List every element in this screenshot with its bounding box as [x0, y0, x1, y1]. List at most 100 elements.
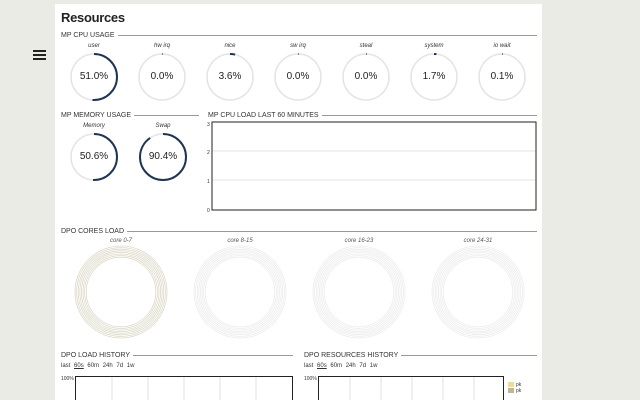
- timeframe-60s[interactable]: 60s: [74, 363, 84, 369]
- gauge-sw-irq: sw irq 0.0%: [273, 43, 323, 102]
- resources-panel: Resources MP CPU USAGE user 51.0% hw irq 0.…: [55, 4, 542, 400]
- core-ring: [434, 248, 522, 336]
- core-ring: [84, 255, 158, 329]
- gauge-label: sw irq: [290, 43, 306, 49]
- gauge-ring: 0.1%: [477, 52, 527, 102]
- timeframe-24h[interactable]: 24h: [103, 363, 113, 369]
- cpu-load-y-tick: 3: [207, 122, 210, 128]
- legend-label: pk: [516, 388, 522, 394]
- timeframe-60m[interactable]: 60m: [330, 363, 342, 369]
- gauge-value: 90.4%: [148, 151, 178, 162]
- section-resources-history-label: DPo RESOURCES HISTORY: [304, 352, 399, 359]
- core-ring: [77, 248, 165, 336]
- timeframe-7d[interactable]: 7d: [116, 363, 123, 369]
- gauge-ring: 0.0%: [137, 52, 187, 102]
- core-ring: [193, 245, 287, 339]
- core-ring: [317, 250, 401, 334]
- gauge-label: nice: [224, 43, 236, 49]
- legend-item[interactable]: pk: [508, 388, 521, 394]
- gauge-ring: 1.7%: [409, 52, 459, 102]
- timeframe-1w[interactable]: 1w: [370, 363, 378, 369]
- gauge-label: Memory: [83, 123, 105, 129]
- gauge-ring: 50.6%: [69, 132, 119, 182]
- load-history-y-top: 100%: [61, 376, 74, 382]
- gauge-value: 0.1%: [490, 71, 514, 82]
- cpu-load-y-tick: 1: [207, 179, 210, 185]
- gauge-system: system 1.7%: [409, 43, 459, 102]
- timeframe-1w[interactable]: 1w: [127, 363, 135, 369]
- cpu-load-y-tick: 0: [207, 208, 210, 214]
- core-ring: [85, 256, 157, 328]
- resources-history-chart: [318, 376, 504, 400]
- section-cores-load: DPo CORES LOAD: [61, 228, 537, 235]
- gauge-io-wait: io wait 0.1%: [477, 43, 527, 102]
- resources-history-grid: [349, 377, 475, 400]
- load-history-timeframes: last 60s 60m 24h 7d 1w: [61, 363, 136, 369]
- legend-swatch: [508, 388, 514, 394]
- core-ring: [436, 250, 520, 334]
- timeframe-60s[interactable]: 60s: [317, 363, 327, 369]
- gauge-steal: steal 0.0%: [341, 43, 391, 102]
- gauge-value: 0.0%: [354, 71, 378, 82]
- gauge-label: steal: [359, 43, 373, 49]
- gauge-hw-irq: hw irq 0.0%: [137, 43, 187, 102]
- section-resources-history: DPo RESOURCES HISTORY: [304, 352, 537, 359]
- gauge-label: Swap: [155, 123, 171, 129]
- resources-history-timeframes: last 60s 60m 24h 7d 1w: [304, 363, 379, 369]
- core-rings: [74, 245, 168, 339]
- timeframe-60m[interactable]: 60m: [87, 363, 99, 369]
- section-cpu-usage-label: MP CPU USAGE: [61, 32, 115, 39]
- core-ring: [203, 255, 277, 329]
- timeframe-7d[interactable]: 7d: [359, 363, 366, 369]
- gauge-swap: Swap 90.4%: [138, 123, 188, 182]
- core-ring: [433, 247, 523, 337]
- resources-history-y-top: 100%: [304, 376, 317, 382]
- load-history-grid: [111, 377, 257, 400]
- core-ring: [82, 253, 160, 331]
- cpu-load-plot-frame: [211, 121, 537, 211]
- core-ring: [323, 256, 395, 328]
- gauge-nice: nice 3.6%: [205, 43, 255, 102]
- section-cpu-usage: MP CPU USAGE: [61, 32, 537, 39]
- core-ring: [439, 253, 517, 331]
- core-rings: [312, 245, 406, 339]
- core-ring: [312, 245, 406, 339]
- core-ring: [200, 252, 280, 332]
- section-load-history-label: DPo LOAD HISTORY: [61, 352, 130, 359]
- section-cpu-load-label: MP CPU LOAD LAST 60 MINUTES: [208, 112, 319, 119]
- gauge-label: user: [88, 43, 100, 49]
- gauge-value: 50.6%: [79, 151, 109, 162]
- core-ring: [315, 248, 403, 336]
- core-ring: [319, 252, 399, 332]
- gauge-value: 1.7%: [422, 71, 446, 82]
- core-ring: [74, 245, 168, 339]
- core-group-0: core 0-7: [73, 238, 169, 345]
- core-ring: [322, 255, 396, 329]
- gauge-ring: 51.0%: [69, 52, 119, 102]
- timeframe-label: last: [61, 363, 71, 369]
- core-ring: [76, 247, 166, 337]
- load-history-chart: [75, 376, 293, 400]
- gauge-ring: 90.4%: [138, 132, 188, 182]
- gauge-value: 3.6%: [218, 71, 242, 82]
- section-cores-load-label: DPo CORES LOAD: [61, 228, 125, 235]
- gauge-value: 51.0%: [79, 71, 109, 82]
- core-ring: [431, 245, 525, 339]
- core-ring: [81, 252, 161, 332]
- timeframe-label: last: [304, 363, 314, 369]
- section-memory-usage: MP MEMORY USAGE: [61, 112, 199, 119]
- timeframe-24h[interactable]: 24h: [346, 363, 356, 369]
- core-rings: [431, 245, 525, 339]
- legend-swatch: [508, 382, 514, 388]
- core-ring: [438, 252, 518, 332]
- core-ring: [320, 253, 398, 331]
- gauge-ring: 3.6%: [205, 52, 255, 102]
- core-group-2: core 16-23: [311, 238, 407, 345]
- gauge-label: hw irq: [153, 43, 170, 49]
- core-group-3: core 24-31: [430, 238, 526, 345]
- core-ring: [441, 255, 515, 329]
- core-ring: [79, 250, 163, 334]
- gauge-ring: 0.0%: [273, 52, 323, 102]
- hamburger-menu-icon[interactable]: [33, 50, 46, 62]
- core-group-1: core 8-15: [192, 238, 288, 345]
